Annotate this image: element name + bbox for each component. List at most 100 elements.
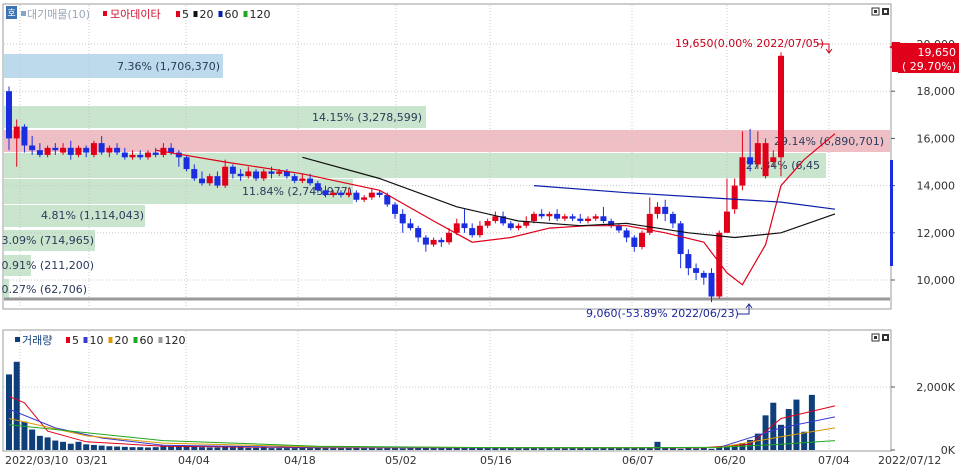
candle-down — [700, 272, 707, 278]
candle-down — [623, 230, 630, 238]
candle-down — [29, 145, 36, 151]
candle-down — [376, 192, 383, 196]
ma-legend-label[interactable]: 60 — [225, 8, 239, 21]
today-range-bar — [890, 160, 893, 266]
volume-bar — [469, 448, 476, 450]
candle-up — [245, 171, 252, 177]
candle-down — [677, 223, 684, 255]
candle-up — [592, 216, 599, 219]
volume-bar — [484, 448, 491, 450]
volume-bar — [515, 448, 522, 450]
candle-up — [446, 232, 453, 243]
ma-legend-swatch — [158, 337, 163, 343]
volume-bar — [407, 448, 414, 450]
volume-bar — [392, 448, 398, 450]
volume-bar — [322, 448, 329, 450]
candle-up — [90, 143, 97, 155]
candle-down — [83, 147, 90, 153]
volume-panel — [2, 329, 892, 452]
legend-volume-profile[interactable]: 대기매물(10) — [27, 8, 90, 21]
low-annotation: 9,060(-53.89% 2022/06/23) — [586, 307, 739, 320]
candle-up — [260, 171, 267, 179]
volume-bar — [245, 447, 252, 450]
volume-bar — [507, 448, 514, 450]
candle-down — [600, 216, 607, 221]
ma-legend-swatch — [243, 11, 248, 17]
candle-down — [422, 237, 429, 245]
volume-bar — [67, 443, 74, 450]
volume-bar — [384, 448, 391, 450]
ma-legend-label[interactable]: 60 — [140, 334, 154, 347]
candle-up — [754, 143, 761, 165]
volume-bar — [368, 448, 375, 450]
candle-up — [330, 192, 337, 196]
volume-profile-label: 14.15% (3,278,599) — [312, 111, 422, 124]
current-change: ( 29.70%) — [902, 60, 956, 73]
candle-down — [322, 190, 329, 196]
date-label: 05/16 — [480, 454, 512, 467]
volume-bar — [554, 448, 561, 450]
volume-bar — [500, 448, 507, 450]
ma-legend-swatch — [193, 11, 198, 17]
high-annotation: 19,650(0.00% 2022/07/05) — [675, 37, 824, 50]
volume-bar — [361, 448, 368, 450]
ma-legend-label[interactable]: 120 — [250, 8, 271, 21]
candle-down — [67, 147, 74, 155]
volume-bar — [546, 448, 553, 450]
volume-bar — [585, 448, 591, 450]
volume-bar — [492, 448, 499, 450]
candle-down — [6, 91, 12, 139]
ma-legend-label[interactable]: 5 — [182, 8, 189, 21]
ma-legend-label[interactable]: 5 — [72, 334, 79, 347]
ma-legend-label[interactable]: 10 — [90, 334, 104, 347]
candle-down — [183, 157, 190, 170]
candle-down — [36, 150, 43, 155]
candle-up — [60, 147, 67, 153]
date-label: 05/02 — [385, 454, 417, 467]
candle-down — [747, 157, 754, 165]
volume-bar — [191, 446, 198, 450]
volume-bar — [677, 448, 684, 450]
candle-down — [407, 223, 414, 229]
volume-legend-label[interactable]: 거래량 — [22, 334, 52, 347]
volume-profile-label: 4.81% (1,114,043) — [41, 209, 144, 222]
volume-bar — [399, 448, 406, 450]
price-tick-label: 16,000 — [917, 132, 956, 145]
volume-bar — [523, 448, 530, 450]
candle-up — [778, 55, 784, 158]
candle-down — [608, 221, 615, 226]
candle-down — [685, 254, 692, 269]
date-label: 06/07 — [622, 454, 654, 467]
volume-bar — [801, 431, 808, 450]
volume-bar — [13, 361, 20, 450]
candle-up — [368, 192, 375, 198]
candle-down — [168, 147, 175, 153]
candle-up — [476, 225, 483, 236]
volume-bar — [29, 429, 36, 450]
candle-down — [461, 223, 468, 229]
price-axis: 10,00012,00014,00016,00018,00020,0000K2,… — [891, 38, 956, 457]
current-price: 19,650 — [918, 46, 957, 59]
candle-up — [639, 232, 646, 247]
candle-up — [484, 221, 491, 226]
price-legend: 호 대기매물(10) 모아데이타 5 20 60 120 — [6, 6, 271, 21]
candle-up — [361, 197, 368, 200]
candle-down — [399, 213, 406, 224]
volume-bar — [669, 448, 676, 450]
volume-profile-label: 0.91% (211,200) — [1, 259, 94, 272]
legend-series-name[interactable]: 모아데이타 — [110, 8, 161, 21]
volume-bar — [144, 447, 151, 450]
volume-bar — [253, 447, 260, 450]
candle-down — [507, 223, 514, 229]
candle-down — [693, 268, 700, 273]
ma-legend-label[interactable]: 20 — [115, 334, 129, 347]
candle-up — [144, 152, 151, 158]
volume-bar — [75, 441, 82, 450]
candle-up — [723, 211, 730, 233]
ma-legend-label[interactable]: 120 — [165, 334, 186, 347]
candle-up — [762, 143, 769, 177]
volume-bar — [237, 447, 244, 450]
ma-legend-label[interactable]: 20 — [200, 8, 214, 21]
candle-up — [430, 239, 437, 245]
candle-down — [662, 206, 669, 214]
